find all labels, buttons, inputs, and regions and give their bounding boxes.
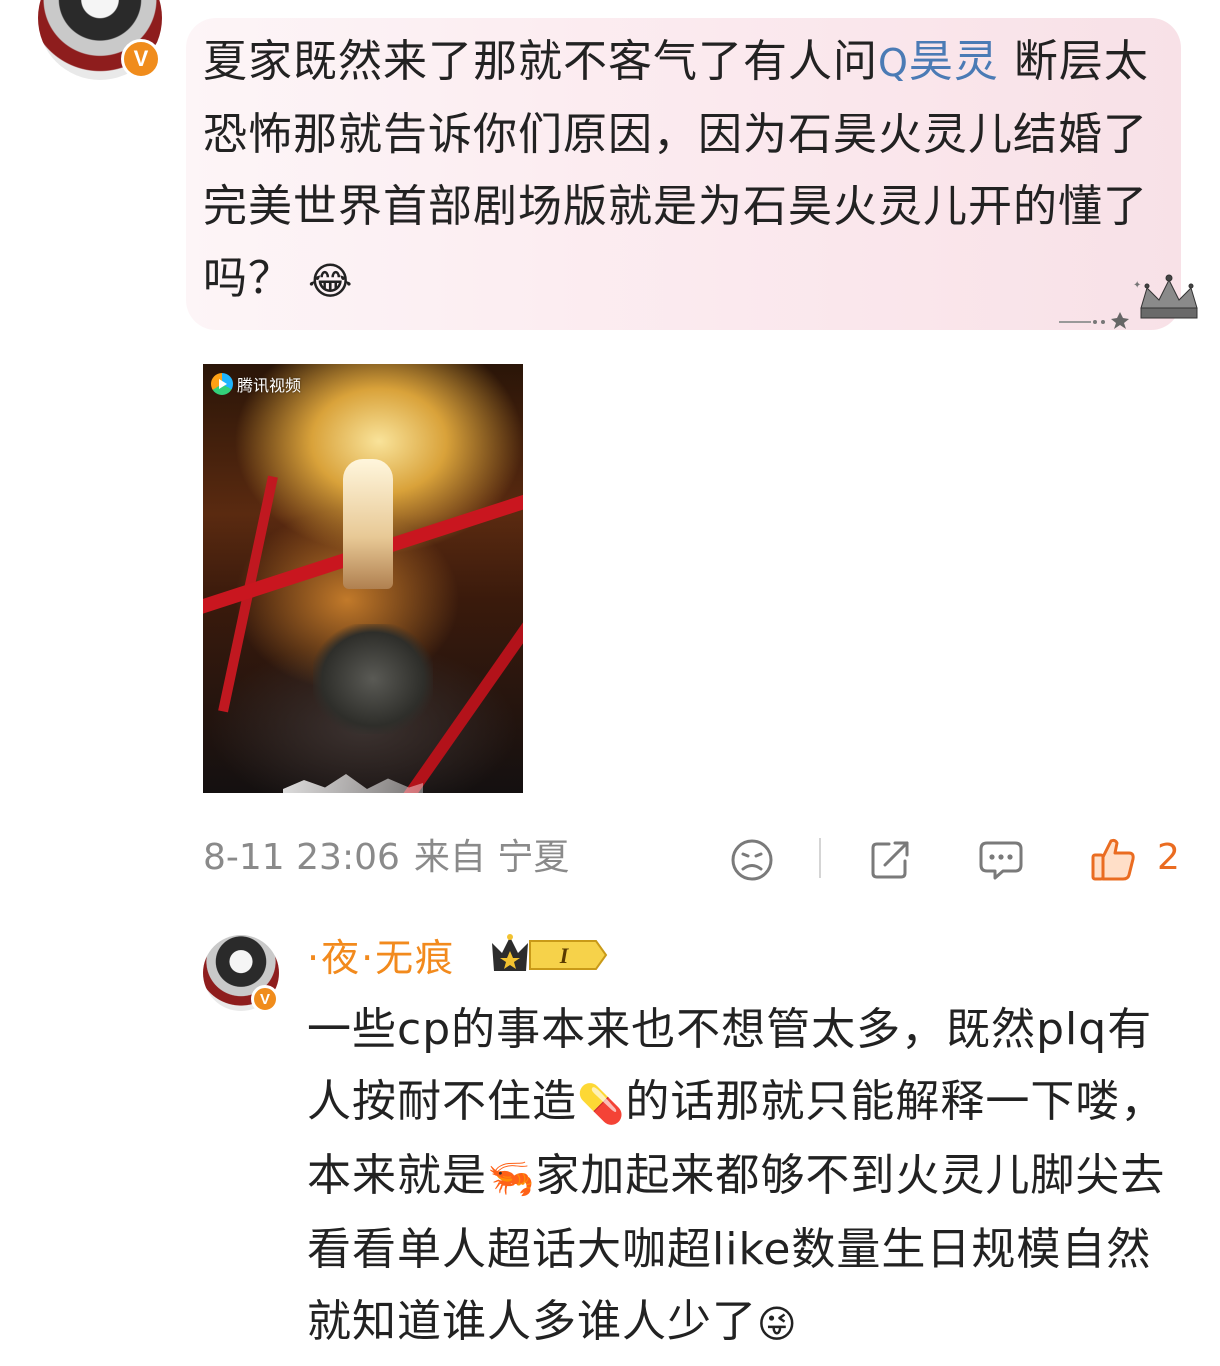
topic-label: 昊灵 — [908, 36, 999, 87]
laughing-tears-emoji-icon: 😂 — [308, 259, 354, 303]
sad-face-icon — [731, 839, 773, 881]
dislike-button[interactable] — [728, 836, 776, 884]
tencent-video-watermark: 腾讯视频 — [211, 372, 301, 396]
poster-beast — [313, 624, 433, 734]
level-badge-text: I — [559, 943, 570, 968]
comment-date: 8-11 23:06 — [203, 837, 400, 878]
share-button[interactable] — [866, 836, 914, 884]
tencent-video-logo-icon — [211, 373, 233, 395]
comment-text-part-1: 夏家既然来了那就不客气了有人问 — [203, 36, 878, 87]
comment-icon — [979, 841, 1023, 880]
svg-text:✦: ✦ — [1133, 280, 1141, 291]
pill-emoji-icon: 💊 — [577, 1082, 626, 1126]
like-button[interactable] — [1088, 834, 1138, 884]
watermark-label: 腾讯视频 — [237, 376, 302, 395]
like-count: 2 — [1157, 837, 1180, 878]
reply-button[interactable] — [976, 836, 1026, 884]
verified-badge-icon: V — [121, 39, 161, 79]
fan-level-badge-icon: I — [492, 934, 608, 971]
share-icon — [871, 841, 909, 879]
comment-source: 来自 宁夏 — [413, 837, 570, 878]
search-icon: Q — [878, 41, 909, 85]
replier-username[interactable]: ·夜·无痕 — [307, 933, 455, 983]
poster-title-art — [283, 774, 423, 793]
reply-text: 一些cp的事本来也不想管太多，既然plq有人按耐不住造💊的话那就只能解释一下喽，… — [307, 994, 1187, 1360]
attached-poster-image[interactable]: 腾讯视频 — [203, 364, 523, 793]
winking-tongue-emoji-icon: 😜 — [757, 1302, 798, 1346]
crown-decoration-icon: ✦ — [1059, 274, 1198, 329]
action-divider — [819, 838, 821, 878]
shrimp-emoji-icon: 🦐 — [487, 1156, 536, 1200]
poster-figures — [343, 459, 393, 589]
topic-link[interactable]: Q昊灵 — [878, 36, 999, 87]
thumbs-up-icon — [1091, 838, 1135, 881]
comment-meta: 8-11 23:06 来自 宁夏 — [203, 836, 583, 880]
comment-text: 夏家既然来了那就不客气了有人问Q昊灵 断层太恐怖那就告诉你们原因，因为石昊火灵儿… — [203, 26, 1163, 317]
verified-badge-icon: V — [251, 985, 279, 1013]
